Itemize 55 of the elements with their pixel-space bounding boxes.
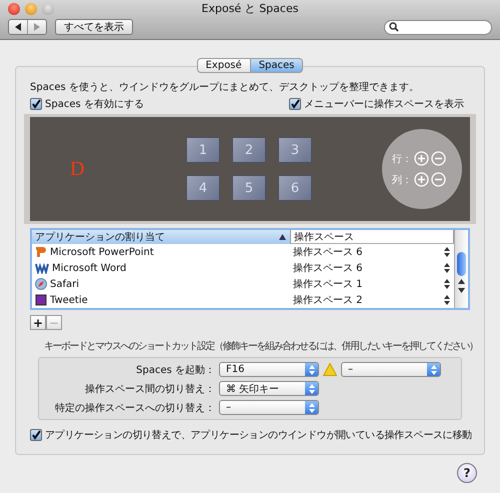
checkbox-label: メニューバーに操作スペースを表示 xyxy=(304,98,464,111)
stepper-icon[interactable] xyxy=(444,279,450,289)
space-value: 操作スペース 6 xyxy=(293,246,363,259)
shortcuts-heading: キーボードとマウスへのショートカット設定（修飾キーを組み合わせるには、併用したいキーを押してください） xyxy=(43,340,476,353)
app-name: Microsoft PowerPoint xyxy=(50,246,154,258)
shortcut-dropdown[interactable]: – xyxy=(219,400,319,415)
search-field[interactable] xyxy=(384,20,492,34)
scroll-arrows-icon[interactable] xyxy=(458,278,465,294)
checkbox[interactable] xyxy=(30,429,42,441)
checkbox-label: アプリケーションの切り替えで、アプリケーションのウインドウが開いている操作スペースに移動 xyxy=(45,428,472,442)
space-value: 操作スペース 1 xyxy=(293,278,363,291)
space-value: 操作スペース 2 xyxy=(293,294,363,307)
checkbox[interactable] xyxy=(289,98,301,110)
columns-label: 列： xyxy=(392,174,412,186)
dropdown-arrows-icon xyxy=(305,382,318,395)
checkbox-label: Spaces を有効にする xyxy=(45,98,144,111)
app-icon xyxy=(35,246,47,258)
back-icon xyxy=(14,23,22,31)
help-button[interactable]: ? xyxy=(457,463,477,483)
scroll-thumb[interactable] xyxy=(457,252,466,276)
app-icon xyxy=(35,262,49,274)
shortcut-dropdown[interactable]: F16 xyxy=(219,362,319,377)
show-all-button[interactable]: すべてを表示 xyxy=(55,19,133,35)
scroll-bar[interactable] xyxy=(454,230,468,308)
stepper-icon[interactable] xyxy=(444,247,450,257)
shortcut-label: 操作スペース間の切り替え： xyxy=(84,382,215,396)
description-text: Spaces を使うと、ウインドウをグループにまとめて、デスクトップを整理できます。 xyxy=(29,80,420,94)
stepper-icon[interactable] xyxy=(444,295,450,305)
app-name: Safari xyxy=(50,278,80,290)
sort-icon xyxy=(279,234,286,240)
shortcut-dropdown[interactable]: ⌘ 矢印キー xyxy=(219,381,319,396)
shortcut-label: Spaces を起動： xyxy=(135,364,215,376)
app-icon xyxy=(35,294,47,306)
rows-label: 行： xyxy=(392,152,412,166)
space-value: 操作スペース 6 xyxy=(293,262,363,275)
tab[interactable]: Spaces xyxy=(250,58,304,73)
secondary-dropdown[interactable]: – xyxy=(341,362,441,377)
compass-icon xyxy=(35,278,47,290)
app-name: Tweetie xyxy=(50,294,88,306)
desktop-letter: D xyxy=(70,158,86,180)
window-title: Exposé と Spaces xyxy=(200,1,300,16)
search-icon xyxy=(389,22,399,32)
stepper-icon[interactable] xyxy=(444,263,450,273)
dropdown-arrows-icon xyxy=(427,363,440,376)
add-button[interactable]: + xyxy=(30,315,46,330)
column-header[interactable]: 操作スペース xyxy=(291,230,454,244)
forward-icon xyxy=(33,23,41,31)
close-button[interactable] xyxy=(8,2,20,14)
tab[interactable]: Exposé xyxy=(196,58,251,73)
shortcut-label: 特定の操作スペースへの切り替え： xyxy=(54,402,215,414)
dropdown-arrows-icon xyxy=(305,363,318,376)
dropdown-arrows-icon xyxy=(305,401,318,414)
app-name: Microsoft Word xyxy=(52,262,126,274)
checkbox[interactable] xyxy=(30,98,42,110)
column-header[interactable]: アプリケーションの割り当て xyxy=(32,230,291,244)
